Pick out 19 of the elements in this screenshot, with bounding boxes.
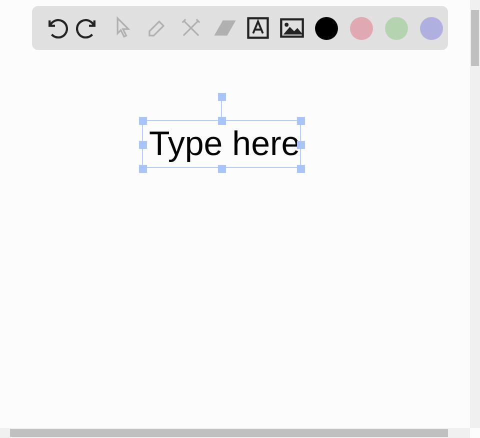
text-content: Type here xyxy=(149,127,300,161)
scrollbar-thumb[interactable] xyxy=(10,429,448,437)
vertical-scrollbar[interactable] xyxy=(470,0,480,428)
resize-handle[interactable] xyxy=(296,140,304,148)
horizontal-scrollbar[interactable] xyxy=(0,428,470,438)
color-swatch[interactable] xyxy=(350,16,373,40)
resize-handle[interactable] xyxy=(296,164,304,172)
resize-handle[interactable] xyxy=(218,164,226,172)
text-icon xyxy=(245,15,272,41)
resize-handle[interactable] xyxy=(138,140,146,148)
resize-handle[interactable] xyxy=(218,116,226,124)
resize-handle[interactable] xyxy=(138,116,146,124)
scrollbar-thumb[interactable] xyxy=(471,10,479,66)
resize-handle[interactable] xyxy=(138,164,146,172)
rotate-handle[interactable] xyxy=(218,92,226,100)
color-swatch[interactable] xyxy=(315,16,338,40)
color-swatch[interactable] xyxy=(384,16,408,40)
resize-handle[interactable] xyxy=(296,116,304,124)
color-swatch[interactable] xyxy=(420,16,443,40)
